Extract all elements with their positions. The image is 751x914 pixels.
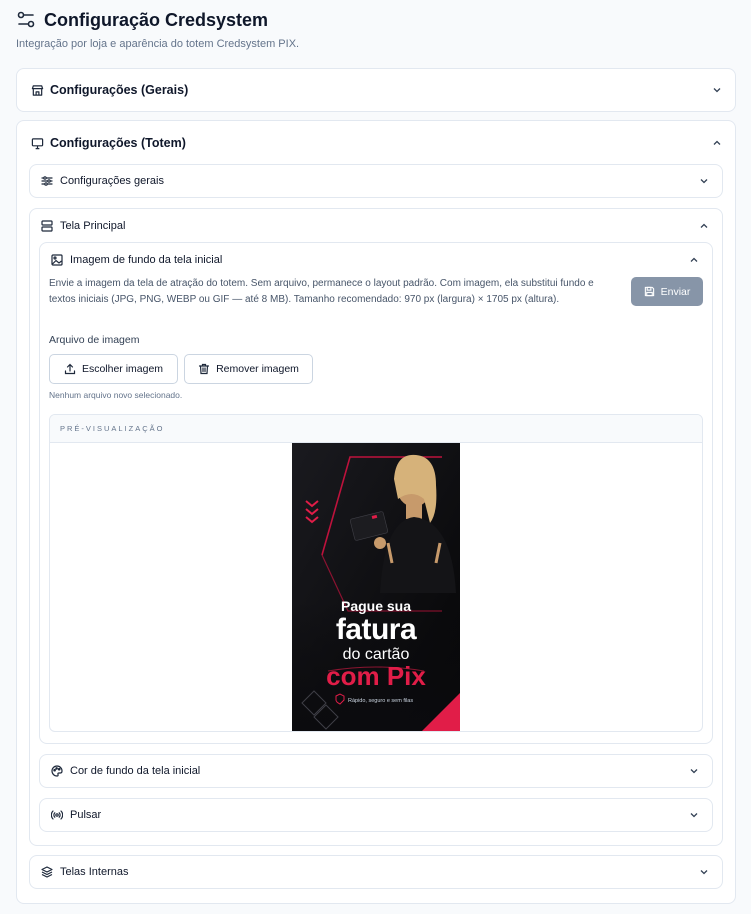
section-pulsar-label: Pulsar [70, 809, 102, 821]
remove-image-button[interactable]: Remover imagem [184, 354, 313, 384]
section-imagem-fundo-label: Imagem de fundo da tela inicial [70, 254, 223, 266]
chevron-down-icon[interactable] [688, 809, 700, 821]
palette-icon [50, 764, 64, 778]
image-icon [50, 253, 64, 267]
choose-image-button[interactable]: Escolher imagem [49, 354, 178, 384]
broadcast-icon [50, 808, 64, 822]
section-telas-internas[interactable]: Telas Internas [29, 855, 723, 889]
preview-label: PRÉ-VISUALIZAÇÃO [50, 415, 702, 443]
send-button-label: Enviar [660, 285, 691, 298]
chevron-up-icon[interactable] [688, 254, 700, 266]
section-cor-fundo-label: Cor de fundo da tela inicial [70, 765, 201, 777]
sliders-icon [40, 174, 54, 188]
layout-icon [40, 219, 54, 233]
chevron-down-icon[interactable] [711, 84, 723, 96]
monitor-icon [30, 136, 44, 150]
chevron-up-icon[interactable] [711, 137, 723, 149]
section-telas-internas-label: Telas Internas [60, 866, 129, 878]
file-field-label: Arquivo de imagem [49, 334, 140, 346]
section-cor-fundo[interactable]: Cor de fundo da tela inicial [39, 754, 713, 788]
page-header: Configuração Credsystem Integração por l… [16, 8, 300, 51]
page-title: Configuração Credsystem [44, 9, 269, 30]
file-hint: Nenhum arquivo novo selecionado. [49, 390, 183, 400]
choose-image-label: Escolher imagem [81, 363, 164, 375]
remove-image-label: Remover imagem [216, 363, 299, 375]
section-imagem-fundo-header[interactable]: Imagem de fundo da tela inicial [40, 243, 712, 277]
section-config-gerais[interactable]: Configurações gerais [29, 164, 723, 198]
section-totem-label: Configurações (Totem) [50, 136, 186, 150]
section-tela-principal-label: Tela Principal [60, 220, 126, 232]
preview-image: Pague sua fatura do cartão com Pix Rápid… [292, 443, 460, 731]
image-preview: PRÉ-VISUALIZAÇÃO Pague sua fatura do car… [49, 414, 703, 732]
upload-description: Envie a imagem da tela de atração do tot… [49, 278, 594, 305]
poster-footer: Rápido, seguro e sem filas [348, 698, 414, 704]
poster-line-4: com Pix [326, 661, 426, 691]
section-pulsar[interactable]: Pulsar [39, 798, 713, 832]
section-config-gerais-label: Configurações gerais [60, 175, 164, 187]
chevron-down-icon[interactable] [698, 866, 710, 878]
page-subtitle: Integração por loja e aparência do totem… [16, 38, 300, 50]
chevron-down-icon[interactable] [688, 765, 700, 777]
section-totem-header[interactable]: Configurações (Totem) [17, 121, 735, 165]
trash-icon [198, 363, 210, 375]
section-gerais[interactable]: Configurações (Gerais) [16, 68, 736, 112]
upload-icon [64, 363, 76, 375]
send-button[interactable]: Enviar [631, 277, 703, 306]
settings-sliders-icon [16, 10, 36, 30]
save-icon [644, 286, 655, 297]
layers-icon [40, 865, 54, 879]
chevron-down-icon[interactable] [698, 175, 710, 187]
chevron-up-icon[interactable] [698, 220, 710, 232]
section-tela-principal-header[interactable]: Tela Principal [30, 209, 722, 243]
section-gerais-label: Configurações (Gerais) [50, 83, 189, 97]
poster-line-2: fatura [335, 613, 417, 646]
store-icon [30, 83, 44, 97]
poster-line-1: Pague sua [340, 598, 412, 614]
